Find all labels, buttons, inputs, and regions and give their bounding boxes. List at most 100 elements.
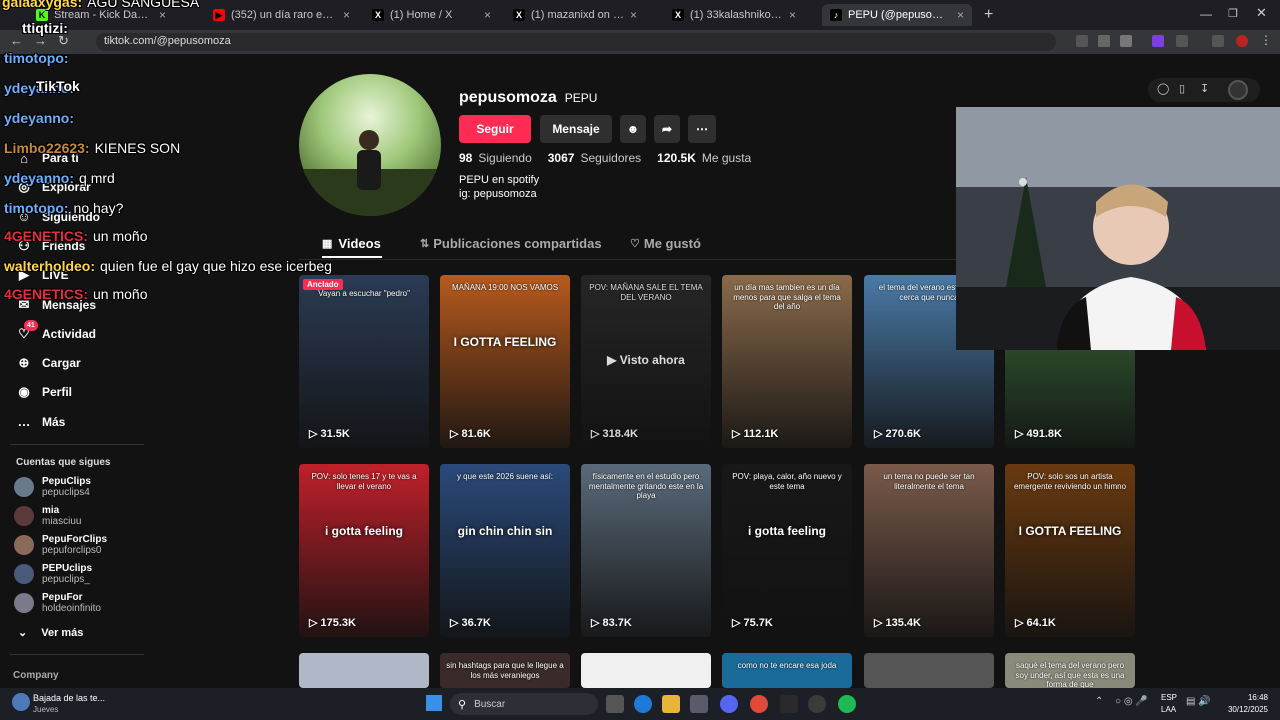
minimize-button[interactable]: — — [1200, 7, 1212, 21]
extension-icon[interactable] — [1152, 35, 1164, 47]
close-tab-icon[interactable]: × — [343, 8, 350, 22]
video-thumbnail[interactable]: POV: solo sos un artista emergente reviv… — [1005, 464, 1135, 637]
view-count: ▷ 64.1K — [1015, 616, 1056, 629]
lang-2[interactable]: LAA — [1161, 705, 1176, 714]
tab-reposts[interactable]: ⇅ Publicaciones compartidas — [420, 236, 602, 251]
file-explorer-icon[interactable] — [662, 695, 680, 713]
add-friend-icon[interactable]: ☻ — [620, 115, 646, 143]
tab-videos[interactable]: ▦ Videos — [322, 236, 381, 251]
translate-icon[interactable] — [1098, 35, 1110, 47]
taskbar-search[interactable]: ⚲ Buscar — [450, 693, 598, 715]
store-icon[interactable] — [690, 695, 708, 713]
close-tab-icon[interactable]: × — [159, 8, 166, 22]
tray-chevron-icon[interactable]: ⌃ — [1095, 696, 1103, 707]
video-big-text: gin chin chin sin — [457, 524, 553, 538]
obs-icon[interactable] — [780, 695, 798, 713]
tab-liked[interactable]: ♡ Me gustó — [630, 236, 701, 251]
followers-label[interactable]: Seguidores — [580, 151, 641, 165]
followed-account[interactable]: PepuClips pepuclips4 — [14, 473, 91, 501]
coin-icon[interactable]: ◯ — [1157, 82, 1169, 95]
close-tab-icon[interactable]: × — [789, 8, 796, 22]
followed-account[interactable]: mia miasciuu — [14, 502, 81, 530]
lang-1[interactable]: ESP — [1161, 693, 1177, 702]
close-window-button[interactable]: ✕ — [1256, 5, 1267, 21]
puzzle-icon[interactable] — [1176, 35, 1188, 47]
browser-tab[interactable]: X (1) mazanixd on X: "-Chica: me × — [505, 4, 645, 26]
sidebar-item[interactable]: ♡ 41 Actividad — [16, 319, 96, 346]
download-icon[interactable]: ↧ — [1200, 82, 1209, 95]
message-button[interactable]: Mensaje — [540, 115, 612, 143]
view-count-value: 75.7K — [743, 617, 773, 629]
video-thumbnail[interactable]: sin hashtags para que le llegue a los má… — [440, 653, 570, 688]
view-count-value: 135.4K — [885, 617, 921, 629]
video-thumbnail[interactable] — [864, 653, 994, 688]
video-thumbnail[interactable]: POV: solo tenes 17 y te vas a llevar el … — [299, 464, 429, 637]
profile-avatar-icon[interactable] — [1236, 35, 1248, 47]
sidebar-item[interactable]: ⊕ Cargar — [16, 351, 81, 375]
sidebar-item-label: Perfil — [42, 385, 73, 400]
menu-icon[interactable]: ⋮ — [1260, 33, 1272, 47]
sidebar-item[interactable]: … Más — [16, 410, 66, 434]
phone-icon[interactable]: ▯ — [1179, 82, 1185, 95]
video-thumbnail[interactable]: un día mas tambien es un día menos para … — [722, 275, 852, 448]
browser-tab[interactable]: ▶ (352) un día raro en el chat - Yo × — [205, 4, 358, 26]
see-more-button[interactable]: ⌄ Ver más — [18, 626, 83, 640]
video-thumbnail[interactable]: un tema no puede ser tan literalmente el… — [864, 464, 994, 637]
followed-account[interactable]: PEPUclips pepuclips_ — [14, 560, 92, 588]
close-tab-icon[interactable]: × — [630, 8, 637, 22]
discord-icon[interactable] — [720, 695, 738, 713]
following-label[interactable]: Siguiendo — [478, 151, 531, 165]
video-thumbnail[interactable] — [581, 653, 711, 688]
browser-tab[interactable]: X (1) 33kalashnikov33 on X: "hablo × — [664, 4, 804, 26]
windows-start-icon[interactable] — [426, 695, 442, 711]
followed-account[interactable]: PepuForClips pepuforclips0 — [14, 531, 107, 559]
chat-username: galaaxygas: — [2, 0, 83, 10]
close-tab-icon[interactable]: × — [957, 8, 964, 22]
sidebar-item[interactable]: ◉ Perfil — [16, 380, 72, 404]
video-thumbnail[interactable]: saqué el tema del verano pero soy under,… — [1005, 653, 1135, 688]
avatar[interactable] — [1228, 80, 1248, 100]
clock-time[interactable]: 16:48 — [1226, 693, 1268, 702]
video-thumbnail[interactable]: y que este 2026 suene así: gin chin chin … — [440, 464, 570, 637]
follow-button[interactable]: Seguir — [459, 115, 531, 143]
weather-text[interactable]: Bajada de las te... — [33, 693, 105, 703]
chat-username: ttiqtizi: — [22, 20, 68, 36]
tray-icons[interactable]: ○ ◎ 🎤 — [1115, 696, 1148, 707]
chrome-icon[interactable] — [750, 695, 768, 713]
play-icon: ▷ — [732, 617, 744, 629]
video-caption: sin hashtags para que le llegue a los má… — [446, 661, 564, 680]
company-link[interactable]: Company — [13, 670, 59, 681]
share-icon[interactable]: ➦ — [654, 115, 680, 143]
more-options-icon[interactable]: ⋯ — [688, 115, 716, 143]
video-thumbnail[interactable]: POV: playa, calor, año nuevo y este tema… — [722, 464, 852, 637]
profile-username: pepusomoza — [459, 89, 557, 106]
browser-tab[interactable]: ♪ PEPU (@pepusomoza) | TikTok × — [822, 4, 972, 26]
video-thumbnail[interactable]: como no te encare esa joda — [722, 653, 852, 688]
video-thumbnail[interactable]: POV: MAÑANA SALE EL TEMA DEL VERANO ▶ Vis… — [581, 275, 711, 448]
video-thumbnail[interactable] — [299, 653, 429, 688]
browser-tab[interactable]: X (1) Home / X × — [364, 4, 499, 26]
network-volume-icons[interactable]: ▤ 🔊 — [1186, 696, 1211, 707]
url-input[interactable]: tiktok.com/@pepusomoza — [96, 33, 1056, 51]
install-icon[interactable] — [1076, 35, 1088, 47]
clock-date[interactable]: 30/12/2025 — [1218, 705, 1268, 714]
video-thumbnail[interactable]: MAÑANA 19:00 NOS VAMOS I GOTTA FEELING ▷ 8… — [440, 275, 570, 448]
close-tab-icon[interactable]: × — [484, 8, 491, 22]
video-thumbnail[interactable]: físicamente en el estudio pero mentalmen… — [581, 464, 711, 637]
maximize-button[interactable]: ❐ — [1228, 7, 1238, 20]
video-thumbnail[interactable]: Vayan a escuchar "pedro" Anclado ▷ 31.5K — [299, 275, 429, 448]
weather-icon[interactable] — [12, 693, 30, 711]
steam-icon[interactable] — [808, 695, 826, 713]
sidebar-icon[interactable] — [1212, 35, 1224, 47]
edge-icon[interactable] — [634, 695, 652, 713]
spotify-icon[interactable] — [838, 695, 856, 713]
task-view-icon[interactable] — [606, 695, 624, 713]
bookmark-star-icon[interactable] — [1120, 35, 1132, 47]
followed-account[interactable]: PepuFor holdeoinfinito — [14, 589, 101, 617]
view-count: ▷ 270.6K — [874, 427, 921, 440]
new-tab-button[interactable]: + — [984, 6, 993, 24]
chat-message: Limbo22623: KIENES SON — [4, 140, 180, 156]
avatar — [14, 477, 34, 497]
play-icon: ▷ — [732, 428, 744, 440]
account-name: PepuClips — [42, 476, 91, 487]
